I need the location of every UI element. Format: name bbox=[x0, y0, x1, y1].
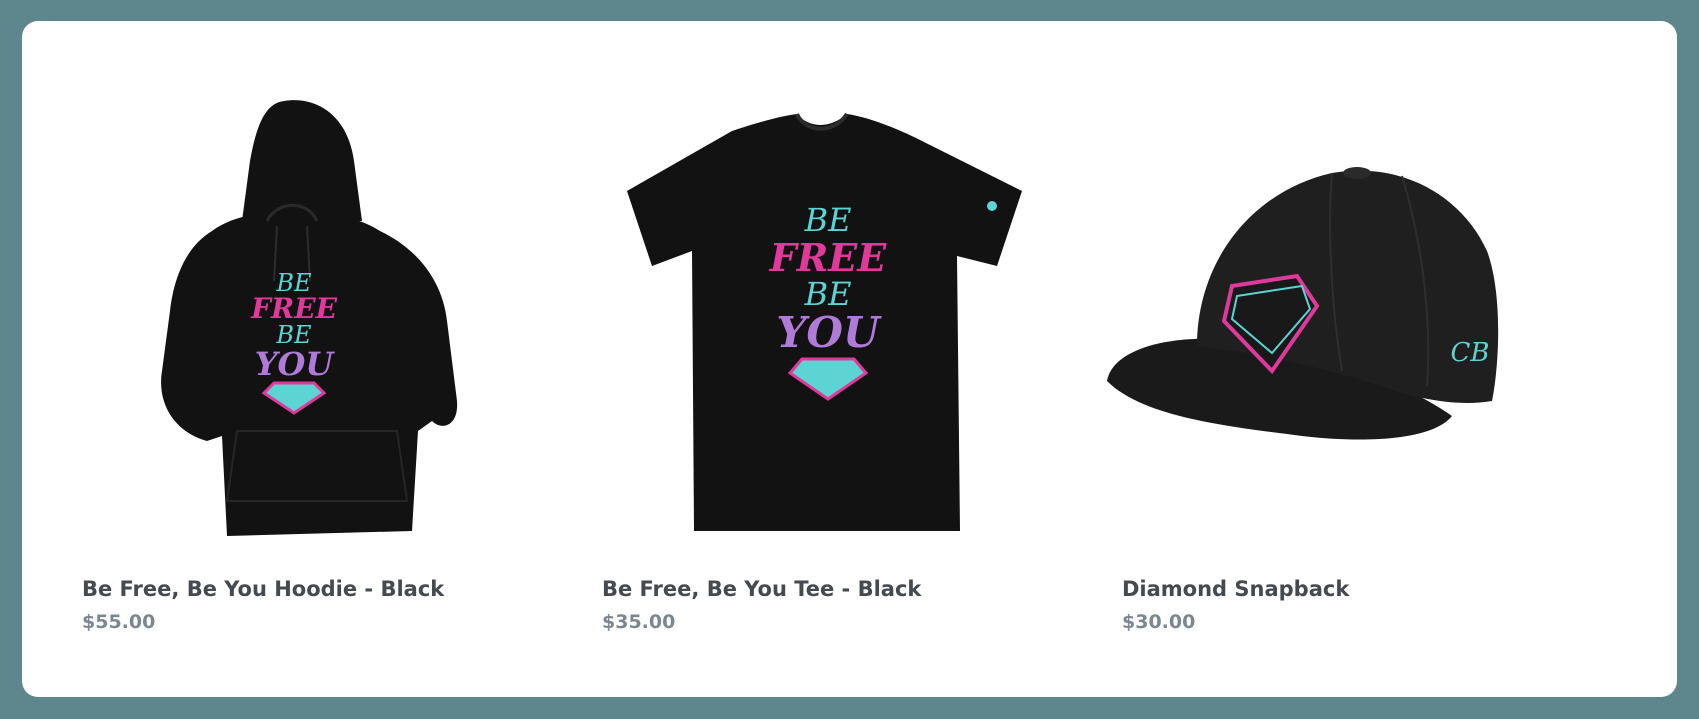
product-price: $30.00 bbox=[1122, 611, 1196, 633]
product-title[interactable]: Be Free, Be You Hoodie - Black bbox=[82, 577, 444, 601]
product-price: $55.00 bbox=[82, 611, 156, 633]
graphic-line: FREE bbox=[769, 235, 888, 280]
graphic-line: YOU bbox=[255, 345, 336, 383]
product-price: $35.00 bbox=[602, 611, 676, 633]
snapback-cap-icon[interactable]: CB bbox=[1102, 81, 1562, 571]
product-title[interactable]: Be Free, Be You Tee - Black bbox=[602, 577, 921, 601]
graphic-line: YOU bbox=[776, 308, 882, 357]
product-grid-card: BE FREE BE YOU Be Free, Be You Hoodie - … bbox=[22, 21, 1677, 697]
product-card-snapback[interactable]: CB Diamond Snapback $30.00 bbox=[1062, 21, 1582, 697]
tshirt-icon[interactable]: BE FREE BE YOU bbox=[582, 81, 1042, 571]
product-card-tee[interactable]: BE FREE BE YOU Be Free, Be You Tee - Bla… bbox=[542, 21, 1062, 697]
product-title[interactable]: Diamond Snapback bbox=[1122, 577, 1349, 601]
graphic-line: CB bbox=[1451, 338, 1490, 368]
graphic-line: BE bbox=[804, 201, 852, 239]
hoodie-icon[interactable]: BE FREE BE YOU bbox=[62, 81, 522, 571]
product-card-hoodie[interactable]: BE FREE BE YOU Be Free, Be You Hoodie - … bbox=[22, 21, 542, 697]
